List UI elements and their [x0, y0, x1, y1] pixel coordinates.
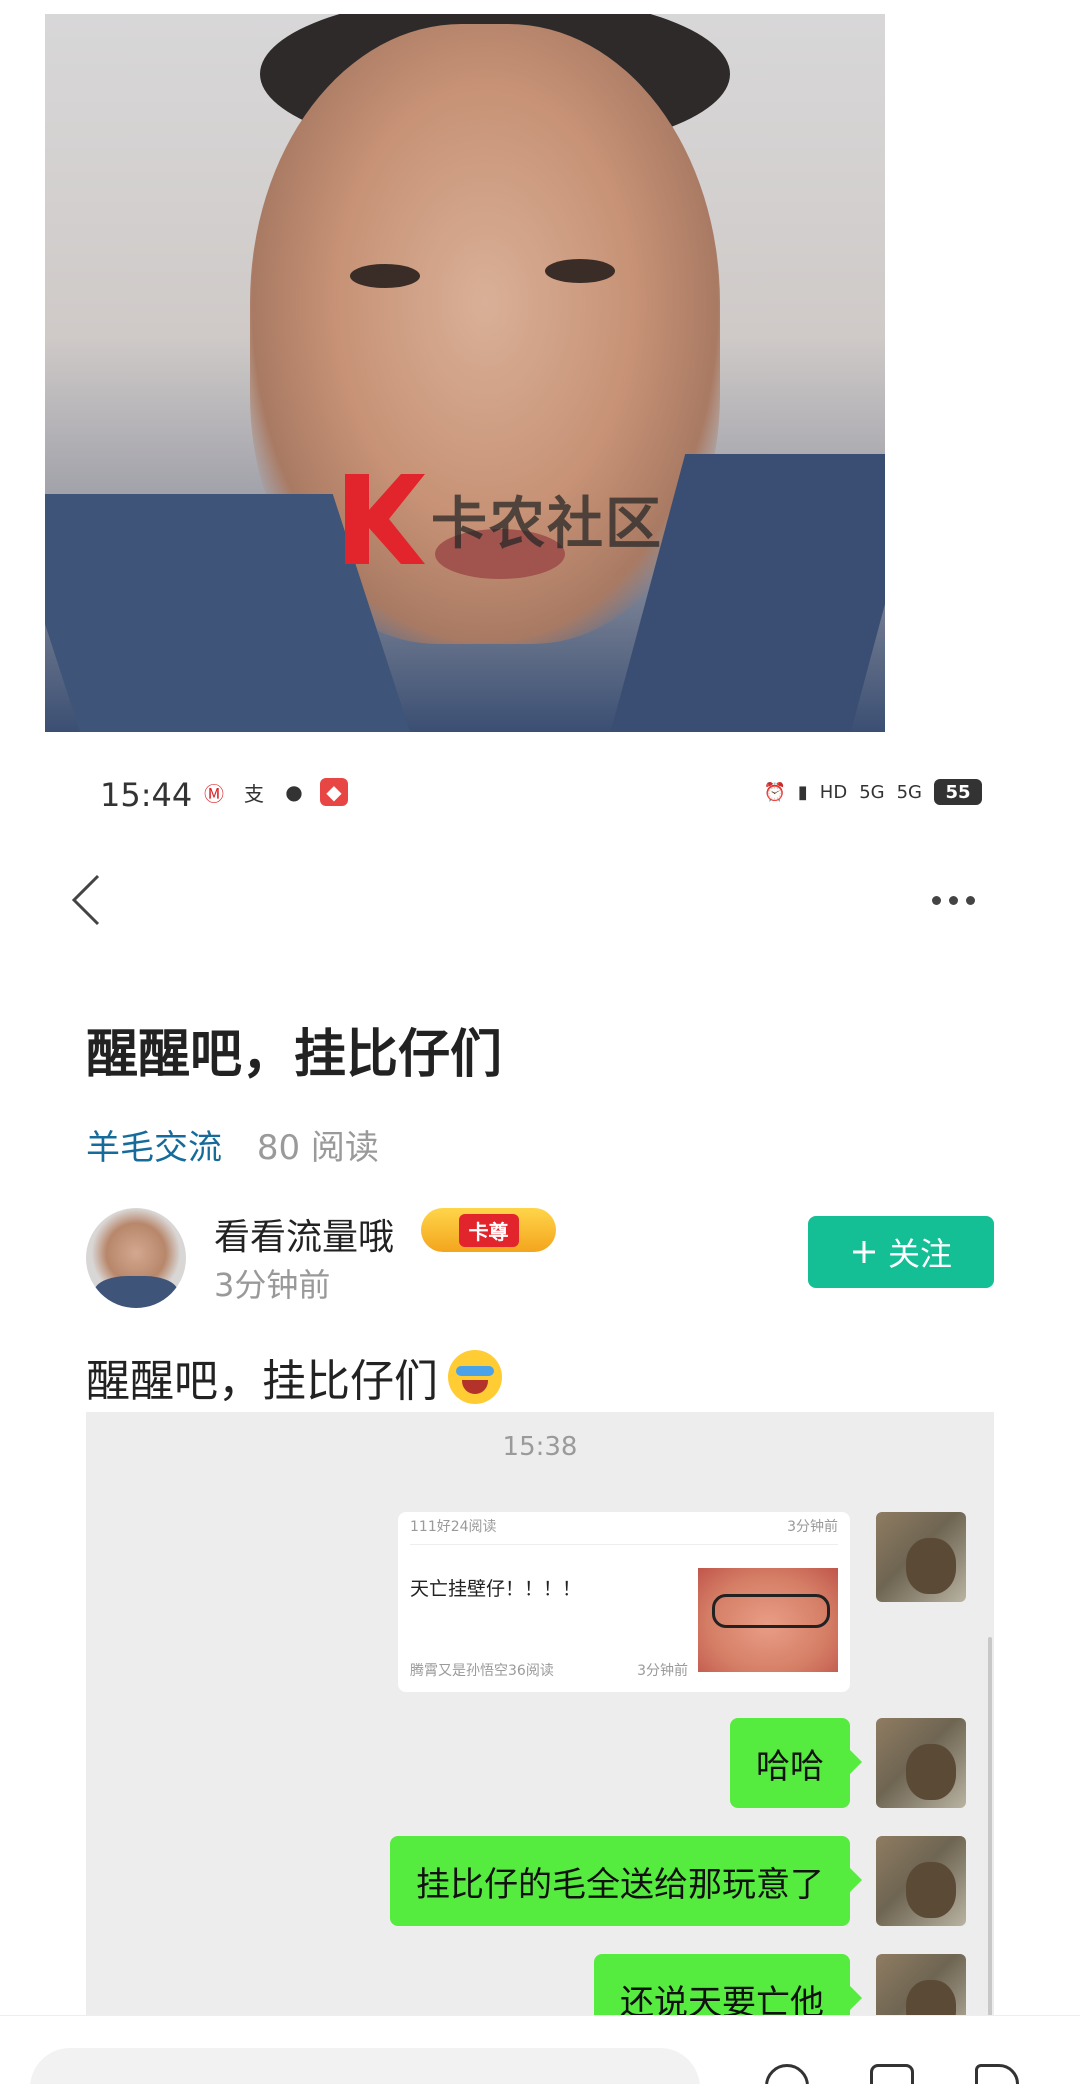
- comment-icon[interactable]: [765, 2064, 809, 2084]
- watermark-text: 卡农社区: [431, 491, 663, 557]
- share-icon[interactable]: [975, 2064, 1019, 2084]
- status-bar: 15:44 Ⓜ 支 ● ◆ ⏰ ▮ HD 5G 5G 55: [0, 770, 1080, 820]
- more-button[interactable]: [932, 880, 992, 920]
- top-photo: 卡农社区: [45, 14, 885, 732]
- chat-bubble: 哈哈: [730, 1718, 862, 1808]
- battery-icon: 55: [934, 779, 982, 805]
- card-footer: 腾霄又是孙悟空36阅读 3分钟前: [410, 1660, 688, 1680]
- shared-post-card: 111好24阅读 3分钟前 天亡挂壁仔！！！！ 腾霄又是孙悟空36阅读 3分钟前: [398, 1512, 850, 1692]
- like-icon[interactable]: [870, 2064, 914, 2084]
- hd-icon: HD: [819, 781, 848, 803]
- vibrate-icon: ▮: [797, 781, 808, 803]
- post-time: 3分钟前: [214, 1266, 331, 1304]
- card-foot-right: 3分钟前: [637, 1663, 688, 1679]
- cry-emoji-icon: [448, 1350, 502, 1404]
- shopping-app-icon: ◆: [320, 778, 348, 806]
- read-count: 80 阅读: [256, 1128, 379, 1168]
- signal-5g-icon-2: 5G: [896, 781, 922, 803]
- follow-label: 关注: [887, 1235, 952, 1273]
- badge-label: 卡尊: [458, 1213, 519, 1247]
- watermark: 卡农社区: [345, 474, 663, 564]
- wechat-app-icon: ●: [285, 780, 303, 804]
- chat-screenshot[interactable]: 15:38 111好24阅读 3分钟前 天亡挂壁仔！！！！ 腾霄又是孙悟空36阅…: [86, 1412, 994, 2017]
- back-button[interactable]: [68, 870, 118, 930]
- bottom-bar: [0, 2015, 1080, 2084]
- photo-eye-left: [350, 264, 420, 288]
- comment-input[interactable]: [30, 2048, 700, 2084]
- more-icon-dot: [932, 895, 941, 905]
- follow-button[interactable]: 关注: [808, 1216, 994, 1288]
- photo-eye-right: [545, 259, 615, 283]
- signal-5g-icon: 5G: [859, 781, 885, 803]
- chat-timestamp: 15:38: [502, 1432, 578, 1462]
- chat-avatar: [876, 1718, 966, 1808]
- chat-bubble: 还说天要亡他: [594, 1954, 862, 2017]
- author-name[interactable]: 看看流量哦: [214, 1208, 394, 1260]
- chat-avatar: [876, 1512, 966, 1602]
- category-link[interactable]: 羊毛交流: [86, 1128, 222, 1168]
- author-row: 看看流量哦 卡尊 3分钟前 关注: [86, 1208, 994, 1308]
- plus-icon: [852, 1241, 875, 1263]
- chat-avatar: [876, 1954, 966, 2017]
- card-header: 111好24阅读 3分钟前: [410, 1516, 838, 1545]
- post-title: 醒醒吧，挂比仔们: [86, 1025, 503, 1085]
- post-meta: 羊毛交流 80 阅读: [86, 1120, 379, 1169]
- avatar[interactable]: [86, 1208, 186, 1308]
- more-icon-dot: [949, 895, 958, 905]
- vip-badge: 卡尊: [421, 1208, 556, 1252]
- back-icon: [71, 874, 100, 926]
- chat-bubble: 挂比仔的毛全送给那玩意了: [390, 1836, 862, 1926]
- card-thumbnail: [698, 1568, 838, 1672]
- card-head-right: 3分钟前: [787, 1519, 838, 1535]
- card-foot-left: 腾霄又是孙悟空36阅读: [410, 1663, 554, 1679]
- status-app-icons: Ⓜ 支 ● ◆: [200, 778, 348, 806]
- card-title: 天亡挂壁仔！！！！: [410, 1578, 582, 1600]
- alipay-app-icon: 支: [244, 781, 264, 806]
- post-body-text: 醒醒吧，挂比仔们: [86, 1356, 438, 1407]
- alarm-icon: ⏰: [763, 781, 786, 803]
- status-time: 15:44: [100, 776, 193, 814]
- nav-bar: [0, 860, 1080, 940]
- watermark-logo: [345, 474, 425, 564]
- chat-scrollbar: [988, 1637, 992, 2017]
- status-indicators: ⏰ ▮ HD 5G 5G 55: [763, 778, 982, 806]
- chat-avatar: [876, 1836, 966, 1926]
- bank-app-icon: Ⓜ: [204, 781, 224, 806]
- post-body: 醒醒吧，挂比仔们: [86, 1345, 502, 1409]
- card-head-left: 111好24阅读: [410, 1519, 497, 1535]
- more-icon-dot: [966, 895, 975, 905]
